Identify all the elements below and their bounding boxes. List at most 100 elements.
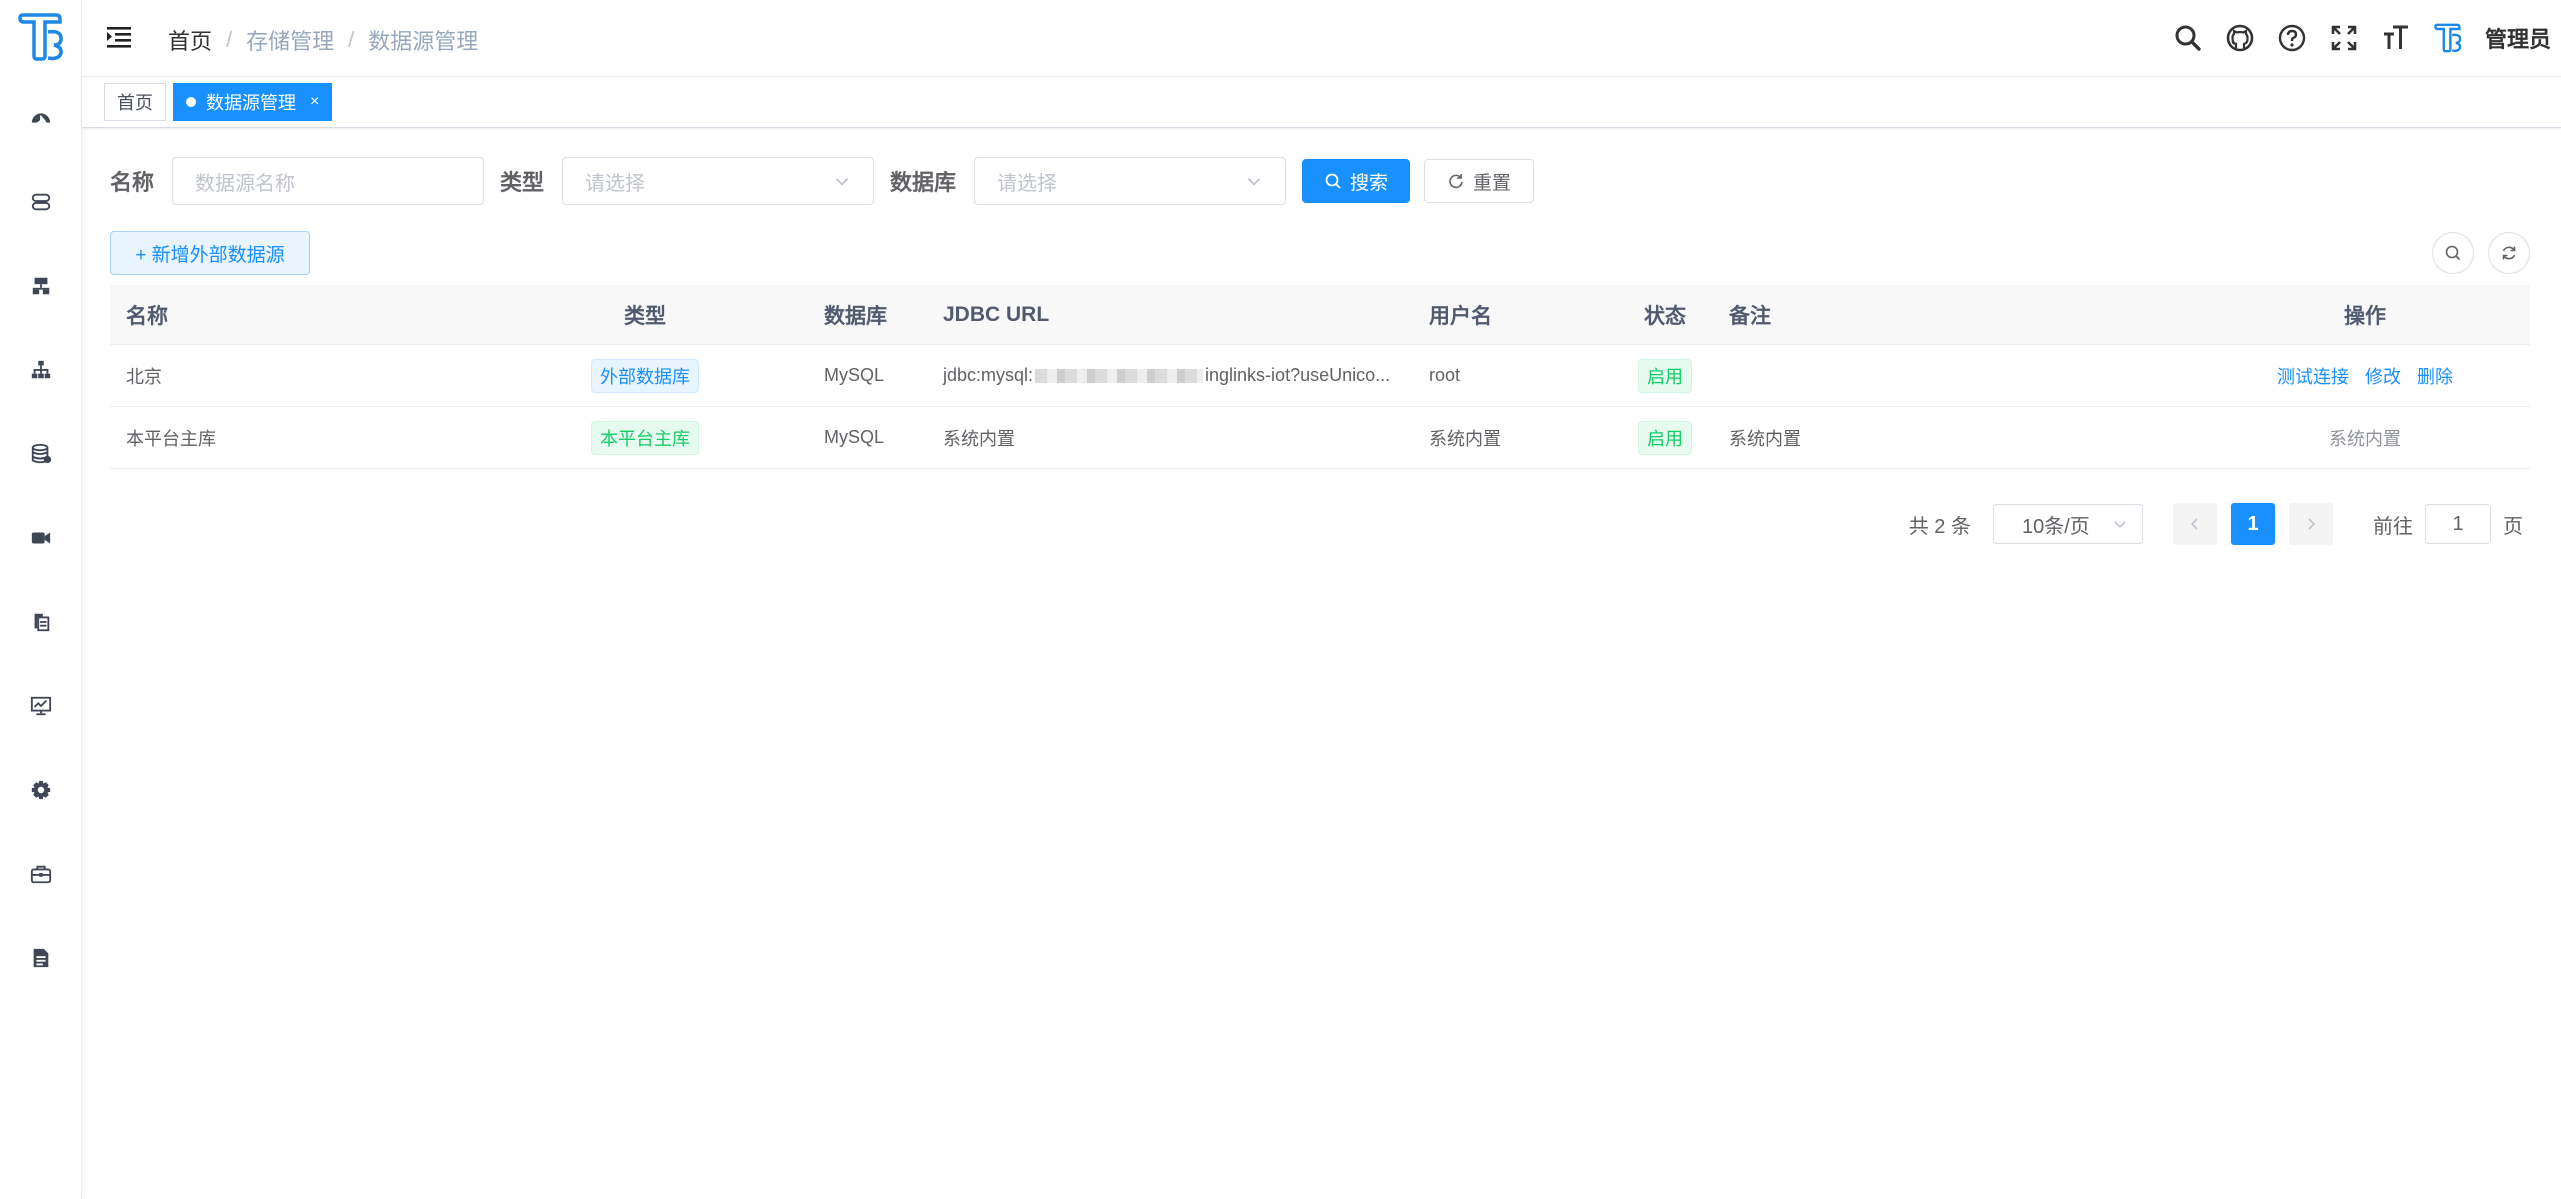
search-icon bbox=[1325, 173, 1341, 189]
goto-page-input[interactable]: 1 bbox=[2425, 504, 2491, 544]
user-name[interactable]: 管理员 bbox=[2485, 22, 2551, 54]
sidebar bbox=[0, 0, 82, 1199]
jdbc-url-prefix: jdbc:mysql: bbox=[943, 365, 1034, 385]
row-actions: 测试连接 修改 删除 bbox=[2240, 345, 2490, 406]
row-remark: 系统内置 bbox=[1729, 428, 1801, 449]
page-size-value: 10条/页 bbox=[2022, 515, 2090, 538]
sidebar-item-monitor[interactable] bbox=[0, 681, 82, 731]
row-status: 启用 bbox=[1620, 345, 1710, 406]
add-external-datasource-button[interactable]: + 新增外部数据源 bbox=[110, 231, 310, 275]
sidebar-item-video[interactable] bbox=[0, 513, 82, 563]
row-name: 本平台主库 bbox=[126, 428, 216, 449]
row-actions-builtin: 系统内置 bbox=[2329, 428, 2401, 449]
breadcrumb: 首页 / 存储管理 / 数据源管理 bbox=[168, 24, 478, 56]
help-icon[interactable] bbox=[2277, 23, 2307, 53]
page-size-select[interactable]: 10条/页 bbox=[1993, 504, 2143, 544]
name-label: 名称 bbox=[110, 170, 155, 195]
column-header-actions: 操作 bbox=[2344, 304, 2386, 328]
toolbox-icon bbox=[30, 865, 52, 884]
chevron-down-icon bbox=[835, 178, 849, 186]
delete-link[interactable]: 删除 bbox=[2417, 363, 2453, 389]
refresh-icon bbox=[2502, 246, 2516, 260]
jdbc-url-suffix: inglinks-iot?useUnico... bbox=[1205, 365, 1391, 385]
active-dot-icon bbox=[186, 97, 196, 107]
row-status: 启用 bbox=[1620, 407, 1710, 468]
row-username: 系统内置 bbox=[1429, 428, 1501, 449]
breadcrumb-separator: / bbox=[348, 27, 355, 52]
reset-button[interactable]: 重置 bbox=[1424, 159, 1535, 203]
copy-files-icon bbox=[34, 613, 50, 632]
row-username: root bbox=[1429, 365, 1461, 385]
search-button[interactable]: 搜索 bbox=[1302, 159, 1411, 203]
table-row: 北京 外部数据库 MySQL jdbc:mysql: inglinks-iot?u… bbox=[110, 345, 2530, 407]
user-avatar-icon[interactable] bbox=[2433, 23, 2463, 53]
sidebar-item-settings[interactable] bbox=[0, 765, 82, 815]
font-size-icon[interactable] bbox=[2381, 23, 2411, 53]
tag-datasource-active[interactable]: 数据源管理 × bbox=[173, 83, 333, 121]
status-badge: 启用 bbox=[1638, 420, 1692, 455]
column-header-database: 数据库 bbox=[824, 304, 887, 328]
menu-collapse-icon[interactable] bbox=[104, 22, 134, 52]
datasource-table: 名称 类型 数据库 JDBC URL 用户名 状态 备注 操作 北京 外部数据库… bbox=[110, 285, 2530, 469]
sidebar-item-files[interactable] bbox=[0, 597, 82, 647]
column-header-type: 类型 bbox=[624, 304, 666, 328]
sidebar-item-document[interactable] bbox=[0, 933, 82, 983]
document-icon bbox=[33, 948, 49, 968]
refresh-icon bbox=[1449, 174, 1463, 189]
sidebar-item-toolbox[interactable] bbox=[0, 849, 82, 899]
tag-close-icon[interactable]: × bbox=[310, 93, 319, 111]
next-page-button[interactable] bbox=[2289, 503, 2333, 545]
pagination-total: 共 2 条 bbox=[1908, 515, 1971, 538]
edit-link[interactable]: 修改 bbox=[2365, 363, 2401, 389]
status-badge: 启用 bbox=[1638, 358, 1692, 393]
page-number-current[interactable]: 1 bbox=[2231, 503, 2275, 545]
row-jdbc-url: 系统内置 bbox=[943, 428, 1015, 449]
server-icon bbox=[31, 193, 51, 211]
row-name: 北京 bbox=[126, 366, 162, 387]
search-icon[interactable] bbox=[2173, 23, 2203, 53]
tag-home[interactable]: 首页 bbox=[104, 83, 166, 121]
row-jdbc-url: jdbc:mysql: inglinks-iot?useUnico... bbox=[943, 345, 1390, 406]
column-header-username: 用户名 bbox=[1429, 304, 1492, 328]
chevron-down-icon bbox=[1247, 178, 1261, 186]
header-actions: 管理员 bbox=[2173, 18, 2551, 58]
type-select[interactable]: 请选择 bbox=[562, 157, 875, 205]
type-label: 类型 bbox=[500, 170, 545, 195]
top-header: 首页 / 存储管理 / 数据源管理 管理员 bbox=[82, 0, 2561, 76]
redacted-blur bbox=[1035, 368, 1204, 383]
add-button-label: + 新增外部数据源 bbox=[135, 244, 285, 266]
breadcrumb-home[interactable]: 首页 bbox=[168, 24, 212, 56]
chevron-right-icon bbox=[2308, 518, 2316, 530]
fullscreen-icon[interactable] bbox=[2329, 23, 2359, 53]
database-select[interactable]: 请选择 bbox=[974, 157, 1287, 205]
sidebar-item-org-tree[interactable] bbox=[0, 345, 82, 395]
type-select-placeholder: 请选择 bbox=[585, 172, 646, 195]
prev-page-button[interactable] bbox=[2173, 503, 2217, 545]
breadcrumb-current: 数据源管理 bbox=[368, 29, 479, 54]
database-icon bbox=[31, 443, 52, 464]
name-input[interactable]: 数据源名称 bbox=[172, 157, 485, 205]
row-database: MySQL bbox=[824, 427, 885, 447]
row-database: MySQL bbox=[824, 365, 885, 385]
sidebar-item-dashboard[interactable] bbox=[0, 93, 82, 143]
refresh-table-button[interactable] bbox=[2488, 232, 2530, 274]
page-suffix: 页 bbox=[2503, 515, 2523, 538]
database-select-placeholder: 请选择 bbox=[997, 172, 1058, 195]
dashboard-icon bbox=[31, 113, 51, 124]
github-icon[interactable] bbox=[2225, 23, 2255, 53]
test-connection-link[interactable]: 测试连接 bbox=[2277, 363, 2349, 389]
search-icon bbox=[2445, 245, 2461, 261]
chevron-left-icon bbox=[2190, 518, 2198, 530]
table-header: 名称 类型 数据库 JDBC URL 用户名 状态 备注 操作 bbox=[110, 285, 2530, 345]
toggle-search-button[interactable] bbox=[2432, 232, 2474, 274]
network-icon bbox=[32, 277, 50, 295]
app-logo[interactable] bbox=[16, 12, 66, 62]
tag-active-label: 数据源管理 bbox=[206, 93, 296, 113]
sidebar-item-server[interactable] bbox=[0, 177, 82, 227]
table-row: 本平台主库 本平台主库 MySQL 系统内置 系统内置 启用 系统内置 系统内置 bbox=[110, 407, 2530, 469]
row-type: 外部数据库 bbox=[570, 345, 720, 406]
row-type: 本平台主库 bbox=[570, 407, 720, 468]
monitor-icon bbox=[30, 696, 52, 716]
sidebar-item-network[interactable] bbox=[0, 261, 82, 311]
sidebar-item-database[interactable] bbox=[0, 429, 82, 479]
